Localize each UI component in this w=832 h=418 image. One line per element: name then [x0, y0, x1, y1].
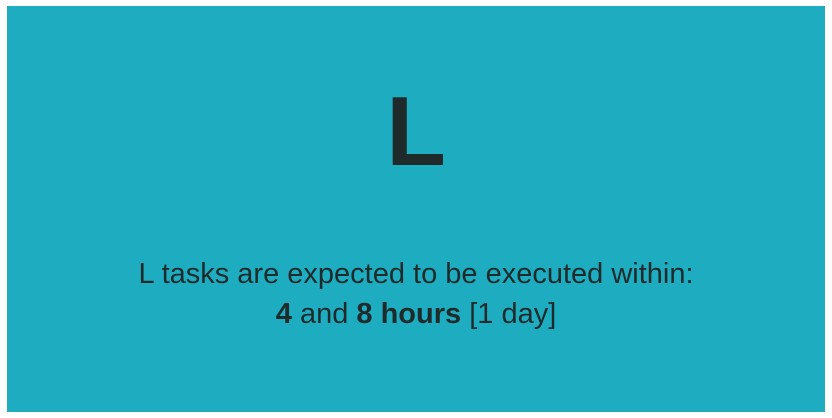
task-size-letter: L	[386, 76, 446, 186]
description-line-1: L tasks are expected to be executed with…	[138, 258, 694, 290]
range-and-word: and	[299, 298, 349, 330]
task-size-description: L tasks are expected to be executed with…	[7, 254, 825, 334]
task-size-card: L L tasks are expected to be executed wi…	[7, 6, 825, 412]
range-max-value: 8 hours	[356, 298, 462, 330]
range-min-value: 4	[275, 298, 292, 330]
range-note: [1 day]	[469, 298, 557, 330]
description-line-2: 4 and 8 hours [1 day]	[7, 294, 825, 334]
